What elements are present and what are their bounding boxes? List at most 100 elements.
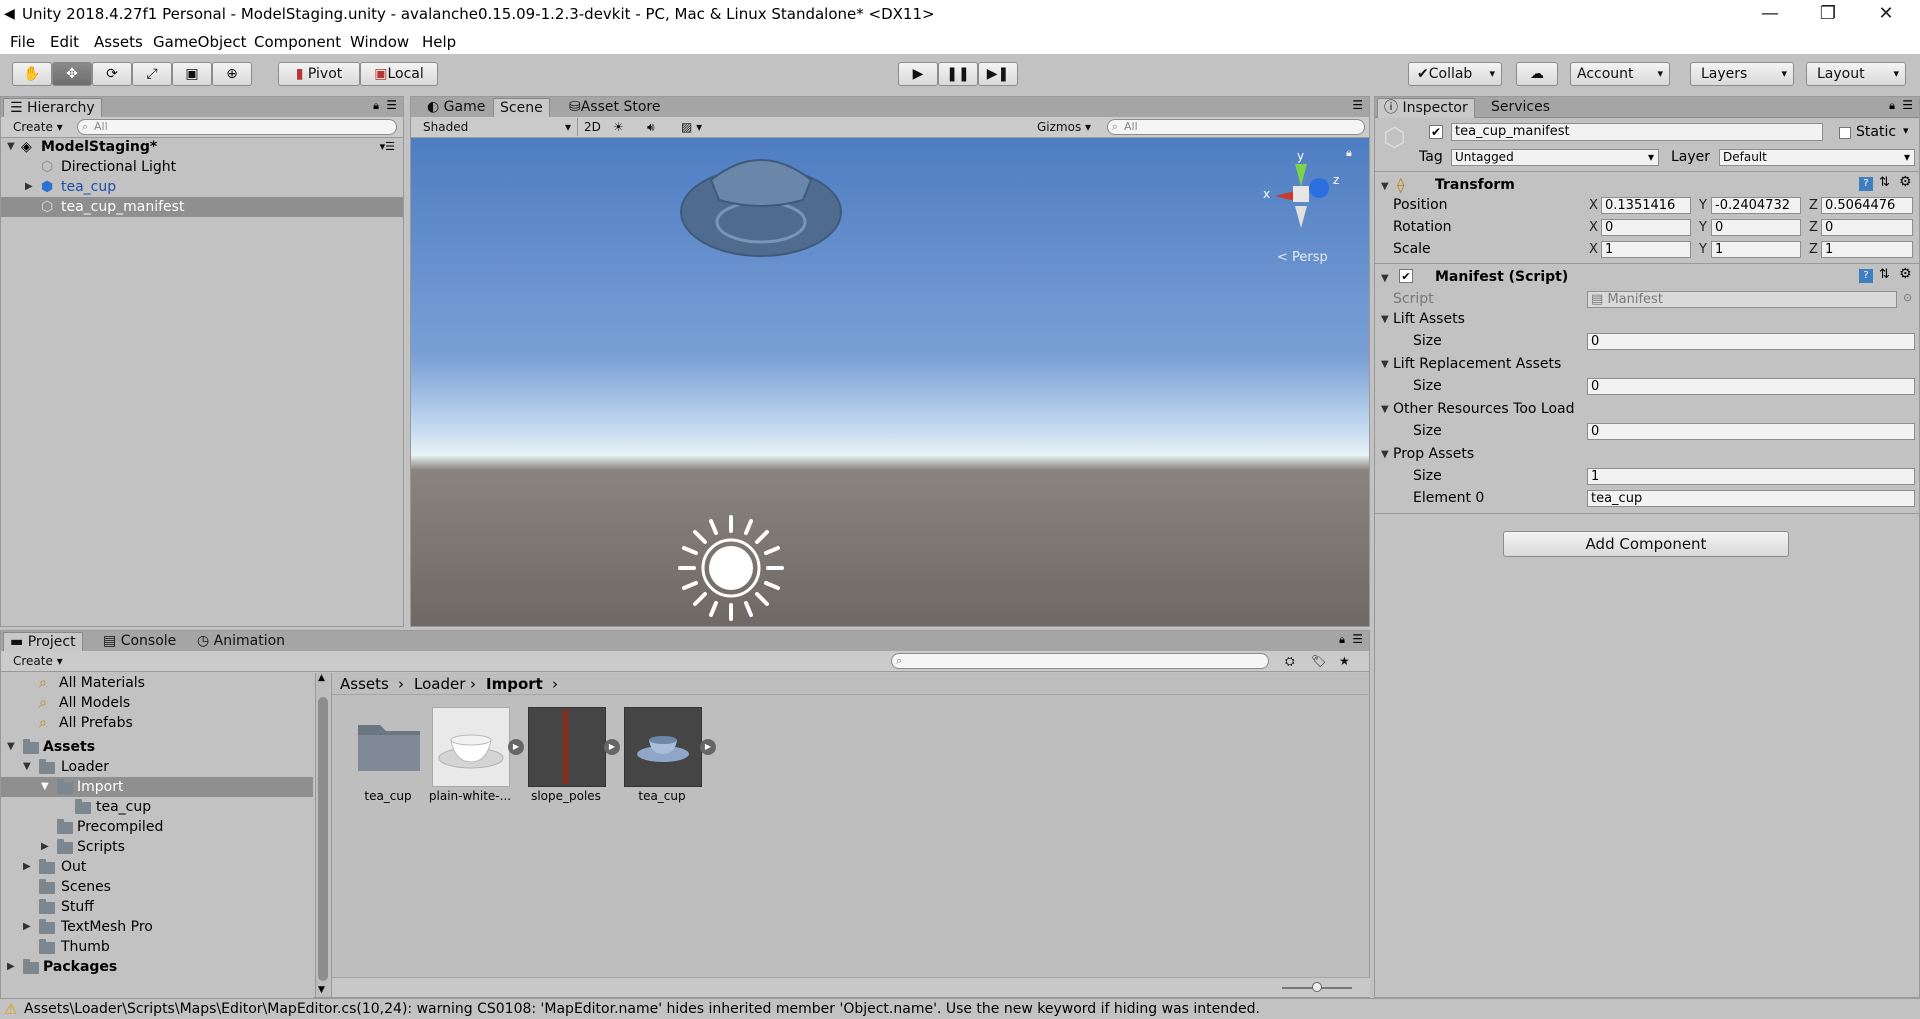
scale-z-field[interactable]: 1 [1821, 241, 1913, 258]
favorite-item[interactable]: ⌕ All Materials [1, 673, 313, 693]
asset-tile[interactable] [432, 707, 510, 787]
object-name-input[interactable]: tea_cup_manifest [1451, 123, 1823, 141]
menu-window[interactable]: Window [350, 33, 409, 51]
expand-arrow-icon[interactable]: ▶ [7, 957, 15, 977]
menu-help[interactable]: Help [422, 33, 456, 51]
scroll-thumb[interactable] [318, 697, 328, 981]
hierarchy-item[interactable]: ▶ ⬢ tea_cup [1, 177, 403, 197]
rotation-z-field[interactable]: 0 [1821, 219, 1913, 236]
panel-menu-icon[interactable]: ☰ [386, 98, 397, 112]
panel-menu-icon[interactable]: ☰ [1352, 98, 1363, 112]
directional-light-sun-icon[interactable] [676, 513, 786, 623]
tree-scrollbar[interactable]: ▲ ▼ [315, 673, 329, 997]
static-checkbox[interactable] [1839, 127, 1851, 139]
lift-assets-label[interactable]: Lift Assets [1393, 311, 1465, 327]
lock-view-icon[interactable]: 🔒︎ [1346, 146, 1352, 160]
tree-item-thumb[interactable]: Thumb [1, 937, 313, 957]
layer-dropdown[interactable]: Default ▾ [1719, 149, 1915, 166]
expand-arrow-icon[interactable]: ▶ [41, 837, 49, 857]
tab-console[interactable]: ▤ Console [97, 632, 182, 651]
transform-tool-icon[interactable]: ⊕ [212, 62, 252, 86]
move-tool-icon[interactable]: ✥ [52, 62, 92, 86]
scene-root-row[interactable]: ▼ ◈ ModelStaging* ▾☰ [1, 137, 403, 157]
expand-arrow-icon[interactable]: ▼ [41, 777, 49, 797]
expand-arrow-icon[interactable]: ▼ [7, 137, 15, 157]
tab-services[interactable]: Services [1485, 98, 1556, 117]
scene-menu-icon[interactable]: ▾☰ [380, 137, 395, 157]
hand-tool-icon[interactable]: ✋ [12, 62, 52, 86]
position-x-field[interactable]: 0.1351416 [1601, 197, 1691, 214]
tab-animation[interactable]: ◷ Animation [191, 632, 291, 651]
tree-item-tea-cup[interactable]: tea_cup [1, 797, 313, 817]
element0-field[interactable]: tea_cup [1587, 490, 1915, 507]
tab-scene[interactable]: Scene [493, 98, 550, 118]
expand-arrow-icon[interactable]: ▶ [23, 917, 31, 937]
play-button[interactable]: ▶ [898, 62, 938, 86]
prop-assets-fold-arrow-icon[interactable]: ▼ [1381, 449, 1389, 460]
menu-edit[interactable]: Edit [50, 33, 79, 51]
tree-item-textmesh[interactable]: ▶ TextMesh Pro [1, 917, 313, 937]
asset-tile[interactable] [350, 707, 426, 785]
scale-y-field[interactable]: 1 [1711, 241, 1801, 258]
expand-asset-icon[interactable]: ▶ [508, 739, 524, 755]
status-message[interactable]: Assets\Loader\Scripts\Maps\Editor\MapEdi… [24, 999, 1260, 1019]
scroll-up-icon[interactable]: ▲ [318, 673, 325, 683]
panel-menu-icon[interactable]: ☰ [1352, 632, 1363, 646]
position-z-field[interactable]: 0.5064476 [1821, 197, 1913, 214]
manifest-fold-arrow-icon[interactable]: ▼ [1381, 273, 1389, 284]
slider-handle[interactable] [1312, 982, 1322, 992]
tab-game[interactable]: ◐ Game [421, 98, 491, 117]
restore-icon[interactable]: ❐ [1800, 0, 1856, 30]
menu-component[interactable]: Component [254, 33, 341, 51]
project-search-input[interactable]: ⌕ [891, 653, 1269, 669]
gizmos-dropdown[interactable]: Gizmos ▾ [1037, 118, 1091, 136]
breadcrumb-item[interactable]: Loader [414, 673, 465, 695]
other-resources-label[interactable]: Other Resources Too Load [1393, 401, 1575, 417]
scale-x-field[interactable]: 1 [1601, 241, 1691, 258]
thumbnail-size-slider[interactable] [332, 977, 1370, 997]
tab-project[interactable]: ▬ Project [3, 632, 83, 652]
rotate-tool-icon[interactable]: ⟳ [92, 62, 132, 86]
expand-asset-icon[interactable]: ▶ [700, 739, 716, 755]
lighting-toggle-icon[interactable]: ☀ [613, 118, 624, 136]
tree-item-assets[interactable]: ▼ Assets [1, 737, 313, 757]
hierarchy-item[interactable]: ⬡ Directional Light [1, 157, 403, 177]
scene-search-input[interactable]: ⌕ All [1107, 119, 1365, 135]
tree-item-stuff[interactable]: Stuff [1, 897, 313, 917]
transform-fold-arrow-icon[interactable]: ▼ [1381, 181, 1389, 192]
expand-arrow-icon[interactable]: ▼ [7, 737, 15, 757]
layout-dropdown[interactable]: Layout [1806, 62, 1906, 86]
favorite-star-icon[interactable]: ★ [1339, 652, 1350, 670]
rotation-y-field[interactable]: 0 [1711, 219, 1801, 236]
step-button[interactable]: ▶❚ [978, 62, 1018, 86]
asset-tile[interactable] [624, 707, 702, 787]
expand-arrow-icon[interactable]: ▼ [23, 757, 31, 777]
minimize-icon[interactable]: — [1742, 0, 1798, 30]
orientation-gizmo[interactable]: x y z [1241, 148, 1351, 248]
tree-item-out[interactable]: ▶ Out [1, 857, 313, 877]
tree-item-import[interactable]: ▼ Import [1, 777, 313, 797]
hierarchy-item[interactable]: ⬡ tea_cup_manifest [1, 197, 403, 217]
scroll-down-icon[interactable]: ▼ [318, 985, 325, 995]
lift-replacement-size-field[interactable]: 0 [1587, 378, 1915, 395]
pivot-toggle[interactable]: ▮ Pivot [278, 62, 360, 86]
expand-arrow-icon[interactable]: ▶ [25, 177, 33, 197]
tab-inspector[interactable]: ⓘ Inspector [1377, 98, 1475, 118]
local-toggle[interactable]: ▣Local [360, 62, 438, 86]
tree-item-scripts[interactable]: ▶ Scripts [1, 837, 313, 857]
rect-tool-icon[interactable]: ▣ [172, 62, 212, 86]
lock-icon[interactable]: 🔒︎ [1889, 99, 1895, 113]
expand-arrow-icon[interactable]: ▶ [23, 857, 31, 877]
breadcrumb-item-current[interactable]: Import [486, 673, 543, 695]
object-picker-icon[interactable]: ⊙ [1903, 291, 1912, 304]
favorite-item[interactable]: ⌕ All Prefabs [1, 713, 313, 733]
preset-icon[interactable]: ⇅ [1879, 267, 1890, 282]
other-resources-fold-arrow-icon[interactable]: ▼ [1381, 404, 1389, 415]
lift-assets-fold-arrow-icon[interactable]: ▼ [1381, 314, 1389, 325]
other-resources-size-field[interactable]: 0 [1587, 423, 1915, 440]
prop-assets-label[interactable]: Prop Assets [1393, 446, 1474, 462]
lift-replacement-fold-arrow-icon[interactable]: ▼ [1381, 359, 1389, 370]
breadcrumb-item[interactable]: Assets [340, 673, 389, 695]
tree-item-scenes[interactable]: Scenes [1, 877, 313, 897]
shading-dropdown[interactable]: Shaded ▾ [423, 118, 573, 136]
